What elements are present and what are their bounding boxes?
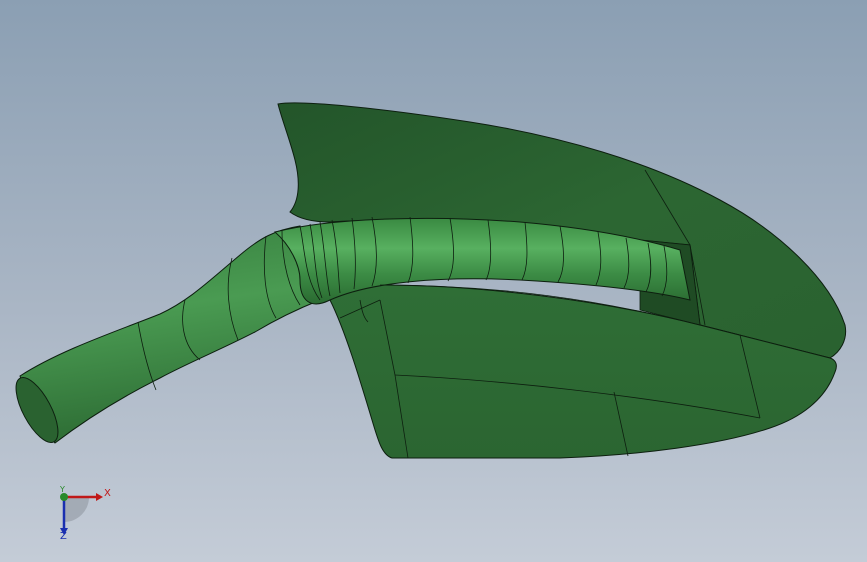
golf-club-head-model[interactable] [0, 0, 867, 562]
z-axis-label: Z [60, 531, 67, 542]
triad-shadow [64, 497, 89, 522]
coordinate-triad: X Y Z [40, 480, 120, 550]
graphics-viewport[interactable]: X Y Z [0, 0, 867, 562]
x-axis-label: X [104, 488, 111, 499]
hosel-shaft[interactable] [19, 225, 321, 444]
y-axis-label: Y [60, 485, 65, 494]
x-axis-arrow [96, 493, 103, 501]
